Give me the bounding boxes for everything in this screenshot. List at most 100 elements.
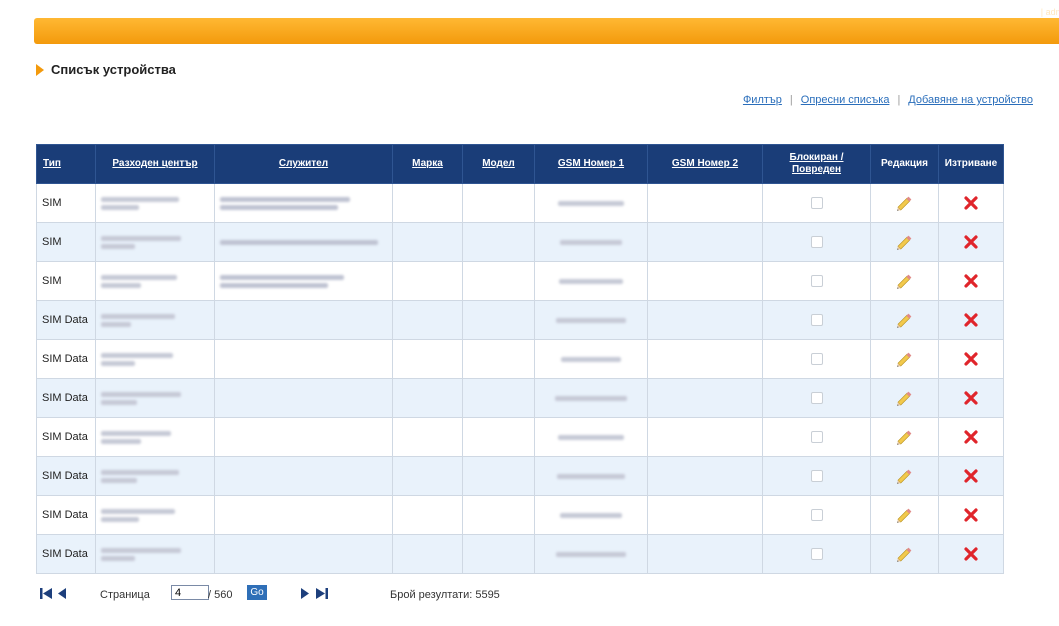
blocked-checkbox[interactable] [810,197,823,209]
column-header-cost-center[interactable]: Разходен център [95,144,215,184]
pencil-icon[interactable] [894,192,916,214]
column-header-employee[interactable]: Служител [214,144,393,184]
prev-page-icon[interactable] [58,588,66,602]
blocked-checkbox[interactable] [810,470,823,482]
cell-type: SIM Data [36,300,96,340]
table-row: SIM Data [36,300,1004,340]
pencil-icon[interactable] [894,465,916,487]
page-number-input[interactable] [171,585,209,600]
cost-center-blurred [101,547,181,553]
column-header-cost-center-label[interactable]: Разходен център [112,158,197,169]
cell-model [462,495,535,535]
refresh-list-link[interactable]: Опресни списъка [801,94,890,106]
add-device-link[interactable]: Добавяне на устройство [908,94,1033,106]
cell-model [462,534,535,574]
cell-brand [392,378,463,418]
blocked-checkbox[interactable] [810,275,823,287]
delete-x-icon[interactable] [964,352,978,366]
go-button[interactable]: Go [247,585,267,600]
cell-delete [938,495,1004,535]
nav-item-employees-devices[interactable]: Служители и Устройства [160,6,296,18]
cell-employee [214,261,393,301]
results-count: Брой резултати: 5595 [390,589,500,601]
cell-delete [938,222,1004,262]
first-page-icon[interactable] [40,588,52,602]
pencil-icon[interactable] [894,426,916,448]
nav-item-administration[interactable]: Администрация [782,6,870,18]
nav-item-logout[interactable]: Изход| admin [1006,6,1059,18]
pencil-icon[interactable] [894,543,916,565]
pencil-icon[interactable] [894,504,916,526]
table-header-row: Тип Разходен център Служител Марка Модел… [36,144,1004,184]
column-header-gsm1[interactable]: GSM Номер 1 [534,144,648,184]
column-header-blocked-label[interactable]: Блокиран / Повреден [790,152,844,175]
delete-x-icon[interactable] [964,313,978,327]
delete-x-icon[interactable] [964,547,978,561]
blocked-checkbox[interactable] [810,548,823,560]
cell-edit [870,261,939,301]
delete-x-icon[interactable] [964,469,978,483]
cell-blocked [762,339,871,379]
column-header-brand[interactable]: Марка [392,144,463,184]
filter-link[interactable]: Филтър [743,94,782,106]
pencil-icon[interactable] [894,387,916,409]
cell-gsm2 [647,222,763,262]
column-header-employee-label[interactable]: Служител [279,158,328,169]
table-row: SIM [36,261,1004,301]
nav-item-home[interactable]: Начало [46,6,86,18]
cost-center-blurred [101,516,139,522]
column-header-type[interactable]: Тип [36,144,96,184]
next-page-icon[interactable] [301,588,309,602]
column-header-blocked[interactable]: Блокиран / Повреден [762,144,871,184]
column-header-type-label[interactable]: Тип [43,158,61,169]
cell-brand [392,417,463,457]
pencil-icon[interactable] [894,231,916,253]
pencil-icon[interactable] [894,270,916,292]
device-type: SIM Data [42,548,88,560]
blocked-checkbox[interactable] [810,236,823,248]
cell-cost-center [95,495,215,535]
cell-model [462,222,535,262]
delete-x-icon[interactable] [964,235,978,249]
delete-x-icon[interactable] [964,430,978,444]
column-header-model[interactable]: Модел [462,144,535,184]
pencil-icon[interactable] [894,309,916,331]
nav-item-reports[interactable]: Справки [658,6,704,18]
pencil-icon[interactable] [894,348,916,370]
cell-model [462,300,535,340]
last-page-icon[interactable] [316,588,328,602]
gsm-number-blurred [557,473,625,479]
nav-item-invoices[interactable]: Фактури [391,6,437,18]
blocked-checkbox[interactable] [810,353,823,365]
nav-item-logout-label[interactable]: Изход [1006,6,1039,18]
table-row: SIM Data [36,339,1004,379]
employee-name-blurred [220,204,338,210]
blocked-checkbox[interactable] [810,431,823,443]
cell-type: SIM [36,261,96,301]
nav-item-documents[interactable]: Документи [520,6,579,18]
delete-x-icon[interactable] [964,508,978,522]
column-header-gsm1-label[interactable]: GSM Номер 1 [558,158,624,169]
cell-gsm1 [534,339,648,379]
device-type: SIM Data [42,470,88,482]
column-header-brand-label[interactable]: Марка [412,158,443,169]
column-header-gsm2[interactable]: GSM Номер 2 [647,144,763,184]
cost-center-blurred [101,399,137,405]
column-header-model-label[interactable]: Модел [482,158,515,169]
column-header-gsm2-label[interactable]: GSM Номер 2 [672,158,738,169]
cell-model [462,456,535,496]
gsm-number-blurred [560,239,622,245]
cell-edit [870,456,939,496]
cell-edit [870,222,939,262]
delete-x-icon[interactable] [964,274,978,288]
cell-blocked [762,300,871,340]
cell-type: SIM [36,222,96,262]
blocked-checkbox[interactable] [810,509,823,521]
cell-model [462,378,535,418]
cell-type: SIM Data [36,378,96,418]
delete-x-icon[interactable] [964,391,978,405]
delete-x-icon[interactable] [964,196,978,210]
blocked-checkbox[interactable] [810,314,823,326]
cell-gsm1 [534,261,648,301]
blocked-checkbox[interactable] [810,392,823,404]
